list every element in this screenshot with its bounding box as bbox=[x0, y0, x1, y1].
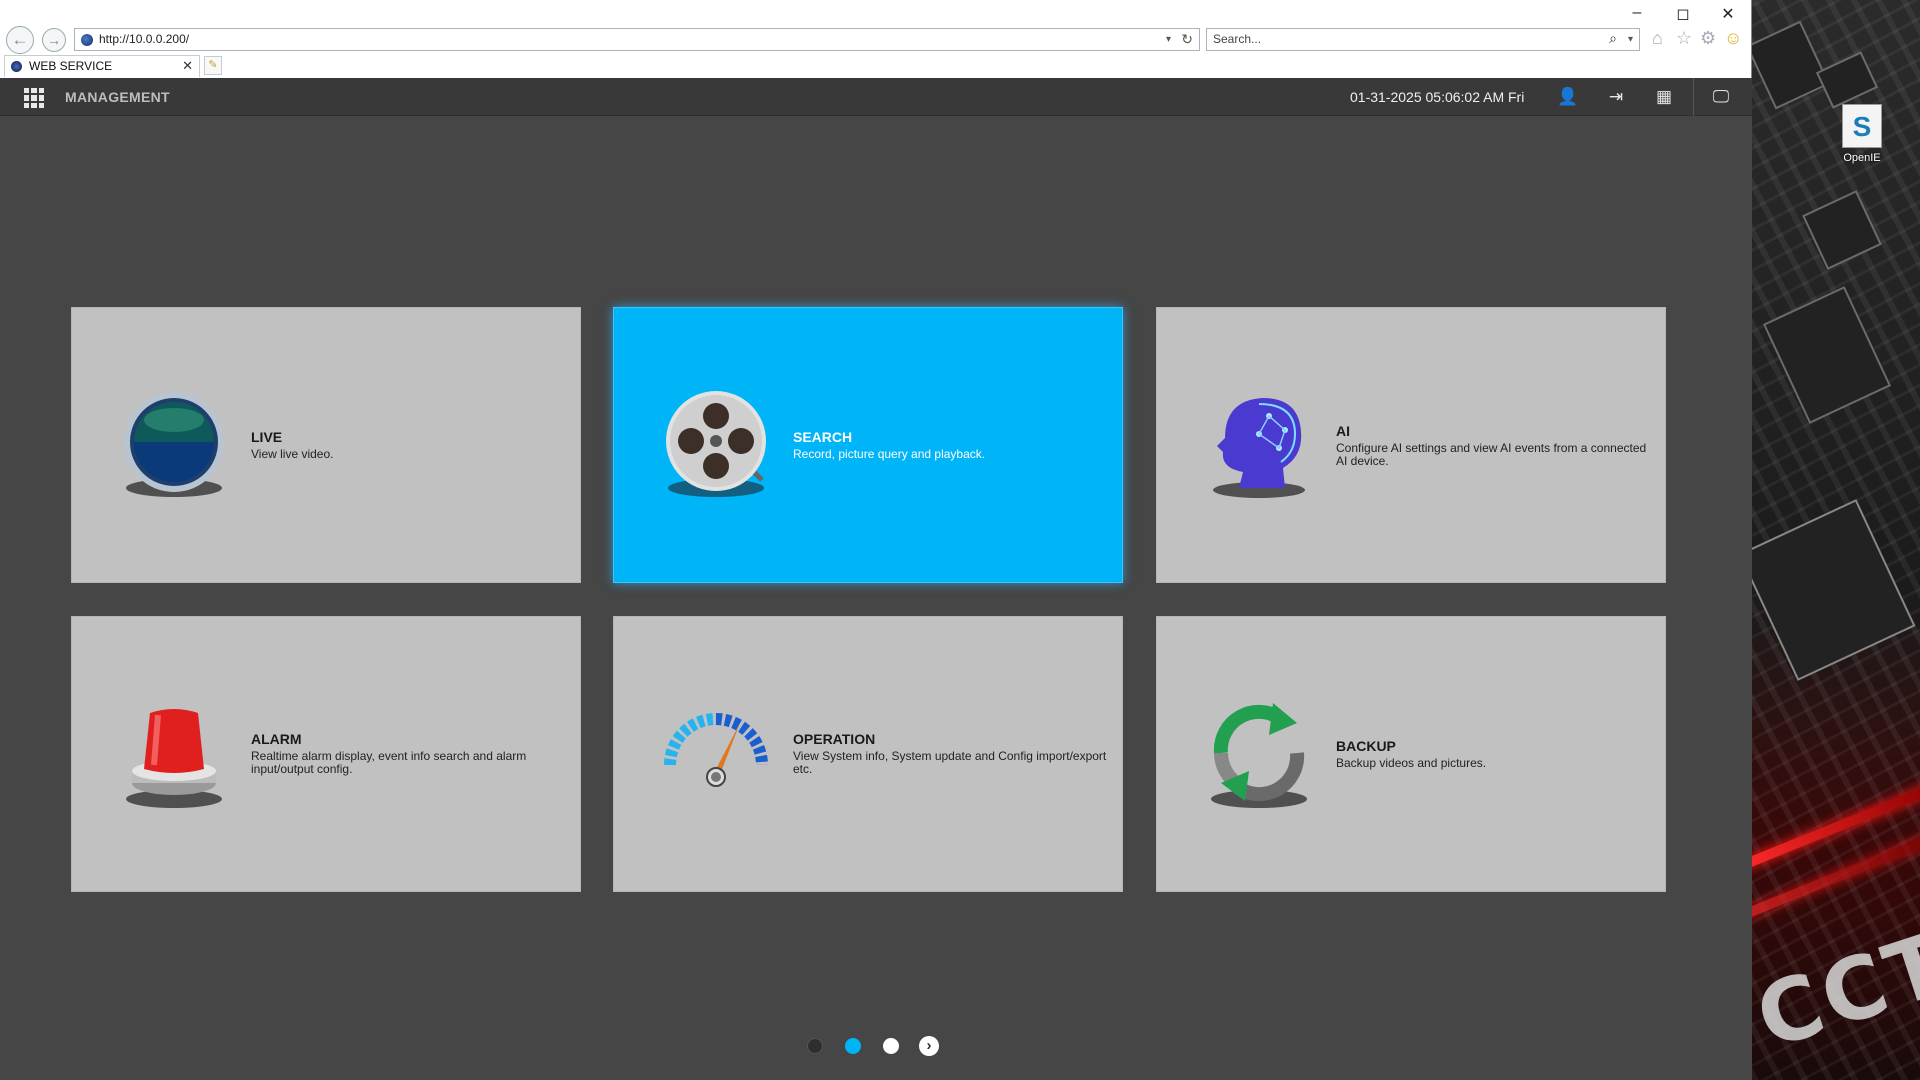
desktop-shortcut-openie[interactable]: S OpenIE bbox=[1838, 104, 1886, 164]
ai-head-icon bbox=[1213, 398, 1305, 498]
card-live[interactable]: LIVE View live video. bbox=[71, 307, 581, 583]
header-divider bbox=[1693, 78, 1694, 116]
chevron-right-icon[interactable]: › bbox=[919, 1036, 939, 1056]
card-search[interactable]: SEARCH Record, picture query and playbac… bbox=[613, 307, 1123, 583]
forward-button[interactable]: → bbox=[42, 28, 66, 52]
search-icon[interactable]: ⌕ bbox=[1609, 28, 1617, 49]
wallpaper-chip bbox=[1815, 51, 1879, 109]
pager-dot-2-active[interactable] bbox=[845, 1038, 861, 1054]
chevron-down-icon[interactable]: ▾ bbox=[1166, 29, 1171, 50]
datetime: 01-31-2025 05:06:02 AM Fri bbox=[1350, 89, 1525, 105]
monitor-icon[interactable]: 🖵 bbox=[1707, 84, 1735, 110]
favorites-star-icon[interactable]: ☆ bbox=[1676, 28, 1692, 49]
card-description: Backup videos and pictures. bbox=[1336, 756, 1487, 770]
card-title: LIVE bbox=[251, 429, 283, 445]
desktop-shortcut-label: OpenIE bbox=[1843, 152, 1881, 164]
browser-toolbar: ← → http://10.0.0.200/ ▾ ↻ Search... ⌕ ▾… bbox=[0, 0, 1751, 78]
app-title: MANAGEMENT bbox=[65, 89, 170, 105]
gear-icon[interactable]: ⚙ bbox=[1700, 28, 1716, 49]
tab-favicon bbox=[11, 61, 22, 72]
openie-app-icon: S bbox=[1842, 104, 1882, 148]
logout-icon[interactable]: ⇥ bbox=[1602, 84, 1630, 110]
browser-search-input[interactable]: Search... ⌕ ▾ bbox=[1206, 28, 1640, 51]
card-alarm[interactable]: ALARM Realtime alarm display, event info… bbox=[71, 616, 581, 892]
card-operation[interactable]: OPERATION View System info, System updat… bbox=[613, 616, 1123, 892]
card-description: Record, picture query and playback. bbox=[793, 447, 986, 461]
card-description: Configure AI settings and view AI events… bbox=[1336, 441, 1647, 468]
card-title: SEARCH bbox=[793, 429, 853, 445]
live-lens-icon bbox=[124, 392, 224, 497]
back-button[interactable]: ← bbox=[6, 26, 34, 54]
pager-dot-1[interactable] bbox=[807, 1038, 823, 1054]
address-bar[interactable]: http://10.0.0.200/ ▾ ↻ bbox=[74, 28, 1200, 51]
card-description: View live video. bbox=[251, 447, 334, 461]
card-description: Realtime alarm display, event info searc… bbox=[251, 749, 527, 776]
card-title: AI bbox=[1336, 423, 1350, 439]
wallpaper-red-light bbox=[1752, 829, 1920, 921]
address-url: http://10.0.0.200/ bbox=[99, 32, 190, 46]
refresh-icon[interactable]: ↻ bbox=[1181, 29, 1193, 50]
smiley-feedback-icon[interactable]: ☺ bbox=[1724, 28, 1742, 49]
film-reel-icon bbox=[666, 391, 766, 497]
home-icon[interactable]: ⌂ bbox=[1652, 28, 1663, 49]
card-title: BACKUP bbox=[1336, 738, 1396, 754]
search-placeholder: Search... bbox=[1213, 32, 1262, 46]
pager-dot-3[interactable] bbox=[883, 1038, 899, 1054]
wallpaper-chip bbox=[1802, 190, 1882, 270]
browser-tab[interactable]: WEB SERVICE ✕ bbox=[4, 55, 200, 77]
app-main: MANAGEMENT 01-31-2025 05:06:02 AM Fri 👤 … bbox=[0, 78, 1752, 1080]
card-title: ALARM bbox=[251, 731, 302, 747]
sync-arrows-icon bbox=[1211, 703, 1307, 808]
app-header: MANAGEMENT 01-31-2025 05:06:02 AM Fri 👤 … bbox=[0, 78, 1752, 116]
gauge-icon bbox=[664, 713, 768, 787]
chevron-down-icon[interactable]: ▾ bbox=[1628, 29, 1633, 50]
wallpaper-chip bbox=[1752, 20, 1830, 110]
card-description: View System info, System update and Conf… bbox=[793, 749, 1107, 776]
card-backup[interactable]: BACKUP Backup videos and pictures. bbox=[1156, 616, 1666, 892]
wallpaper-chip bbox=[1752, 499, 1916, 681]
qr-code-icon[interactable]: ▦ bbox=[1650, 84, 1678, 110]
minimize-icon[interactable]: – bbox=[1622, 4, 1652, 22]
alarm-siren-icon bbox=[126, 709, 222, 808]
desktop-wallpaper: CCTV bbox=[1752, 0, 1920, 1080]
browser-window: ← → http://10.0.0.200/ ▾ ↻ Search... ⌕ ▾… bbox=[0, 0, 1752, 1080]
user-icon[interactable]: 👤 bbox=[1554, 84, 1582, 110]
wallpaper-text: CCTV bbox=[1752, 891, 1920, 1069]
wallpaper-chip bbox=[1762, 286, 1892, 424]
close-tab-icon[interactable]: ✕ bbox=[182, 56, 193, 76]
new-tab-button[interactable]: ✎ bbox=[204, 56, 222, 75]
site-icon bbox=[81, 34, 93, 46]
card-ai[interactable]: AI Configure AI settings and view AI eve… bbox=[1156, 307, 1666, 583]
close-icon[interactable]: ✕ bbox=[1713, 4, 1743, 24]
card-title: OPERATION bbox=[793, 731, 876, 747]
maximize-icon[interactable]: ◻ bbox=[1668, 4, 1698, 24]
app-menu-grid-icon[interactable] bbox=[24, 88, 44, 108]
tab-title: WEB SERVICE bbox=[29, 59, 113, 73]
